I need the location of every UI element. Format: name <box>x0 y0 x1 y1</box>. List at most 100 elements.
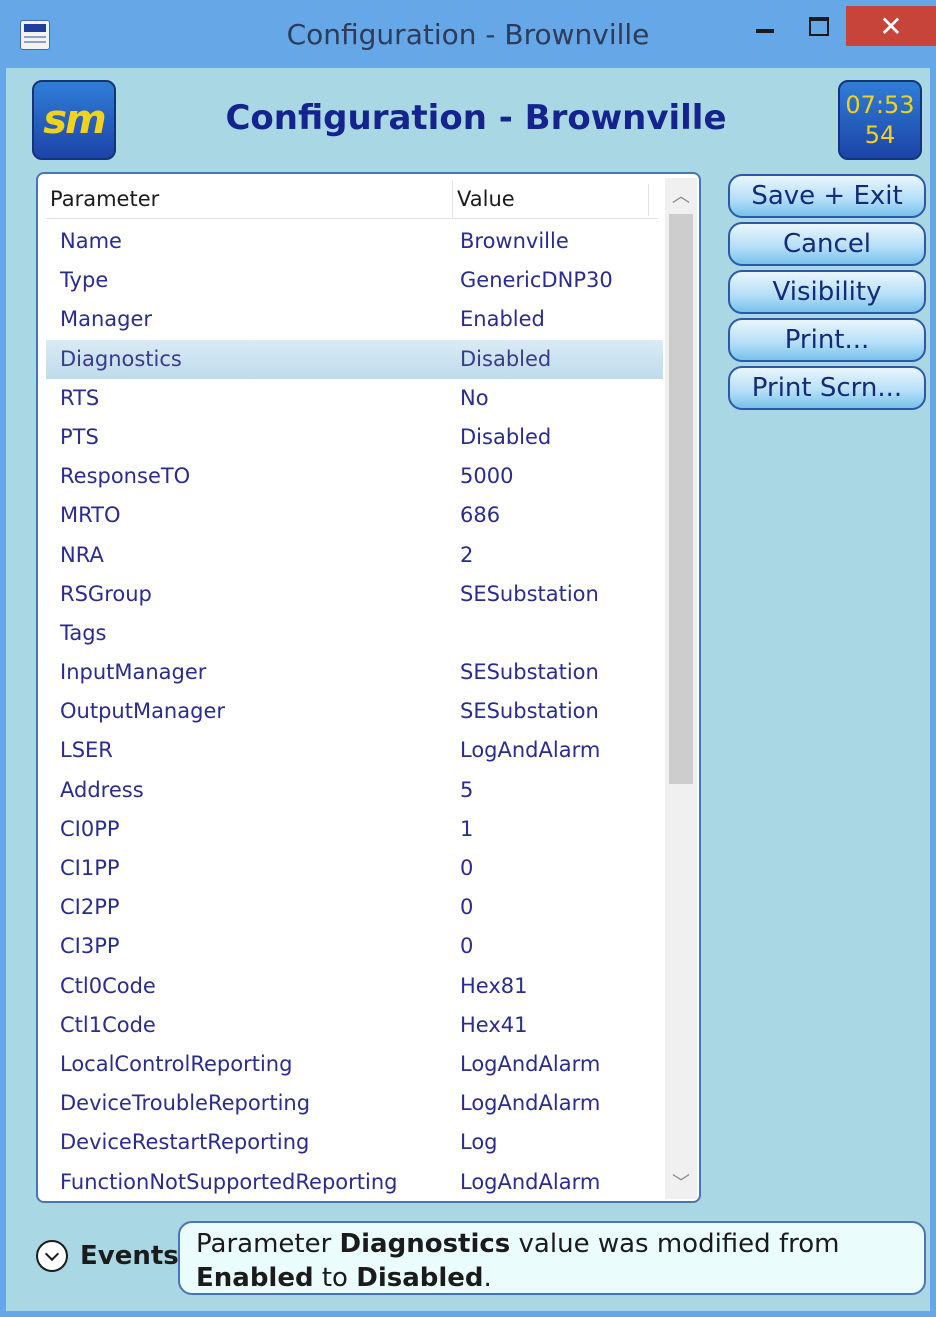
parameter-name: Ctl0Code <box>60 973 156 998</box>
parameter-name: Type <box>60 268 109 293</box>
table-row[interactable]: CI0PP 1 <box>46 810 663 849</box>
table-row[interactable]: MRTO 686 <box>46 496 663 535</box>
table-row[interactable]: ResponseTO 5000 <box>46 457 663 496</box>
table-row[interactable]: CI3PP 0 <box>46 927 663 966</box>
parameter-value[interactable]: LogAndAlarm <box>460 731 600 770</box>
table-row[interactable]: Ctl0Code Hex81 <box>46 967 663 1006</box>
parameter-name: Name <box>60 229 122 253</box>
parameter-name: CI3PP <box>60 934 120 959</box>
parameter-table: Parameter Value Name Brownville Type Generi… <box>36 172 701 1203</box>
parameter-value[interactable]: Disabled <box>460 340 551 379</box>
parameter-name: PTS <box>60 424 99 449</box>
parameter-name: Manager <box>60 307 153 332</box>
parameter-value[interactable]: Log <box>460 1123 498 1162</box>
visibility-button[interactable]: Visibility <box>728 270 926 314</box>
parameter-value[interactable]: 5000 <box>460 457 513 496</box>
close-icon: ✕ <box>879 9 903 43</box>
parameter-value[interactable]: Enabled <box>460 300 545 339</box>
parameter-value[interactable]: SESubstation <box>460 653 599 692</box>
scrollbar-thumb[interactable] <box>669 214 693 784</box>
vertical-scrollbar[interactable]: ︿ ﹀ <box>665 178 697 1199</box>
parameter-name: Ctl1Code <box>60 1012 156 1037</box>
parameter-name: CI0PP <box>60 816 120 841</box>
parameter-value[interactable]: 5 <box>460 771 473 810</box>
parameter-value[interactable]: LogAndAlarm <box>460 1084 600 1123</box>
table-row[interactable]: Ctl1Code Hex41 <box>46 1006 663 1045</box>
parameter-value[interactable]: SESubstation <box>460 692 599 731</box>
parameter-name: DeviceRestartReporting <box>60 1130 310 1155</box>
message-text: to <box>313 1263 357 1293</box>
title-bar: Configuration - Brownville ✕ <box>0 0 936 68</box>
table-row[interactable]: LocalControlReporting LogAndAlarm <box>46 1045 663 1084</box>
parameter-name: Tags <box>60 620 107 645</box>
table-row[interactable]: Name Brownville <box>46 222 663 261</box>
parameter-name: DeviceTroubleReporting <box>60 1091 311 1116</box>
events-toggle[interactable]: Events <box>36 1240 179 1272</box>
column-header-parameter[interactable]: Parameter <box>50 180 450 218</box>
scroll-down-icon[interactable]: ﹀ <box>665 1165 697 1199</box>
table-row[interactable]: Diagnostics Disabled <box>46 339 663 379</box>
parameter-value[interactable]: 686 <box>460 496 500 535</box>
parameter-value[interactable]: LogAndAlarm <box>460 1045 600 1084</box>
parameter-value[interactable]: 0 <box>460 927 473 966</box>
parameter-value[interactable]: No <box>460 379 489 418</box>
column-divider <box>648 184 649 216</box>
table-row[interactable]: PTS Disabled <box>46 418 663 457</box>
parameter-name: LSER <box>60 738 113 763</box>
table-row[interactable]: Type GenericDNP30 <box>46 261 663 300</box>
parameter-name: CI2PP <box>60 895 120 920</box>
table-row[interactable]: InputManager SESubstation <box>46 653 663 692</box>
table-row[interactable]: LSER LogAndAlarm <box>46 731 663 770</box>
event-message: Parameter Diagnostics value was modified… <box>178 1221 926 1295</box>
parameter-value[interactable]: Hex41 <box>460 1006 528 1045</box>
table-rows: Name Brownville Type GenericDNP30 Manager Ena… <box>46 222 663 1202</box>
table-row[interactable]: CI2PP 0 <box>46 888 663 927</box>
parameter-value[interactable]: LogAndAlarm <box>460 1163 600 1202</box>
save-exit-button[interactable]: Save + Exit <box>728 174 926 218</box>
parameter-value[interactable]: 1 <box>460 810 473 849</box>
table-row[interactable]: Manager Enabled <box>46 300 663 339</box>
table-row[interactable]: Address 5 <box>46 771 663 810</box>
table-row[interactable]: Tags <box>46 614 663 653</box>
message-new-value: Disabled <box>356 1263 484 1293</box>
parameter-value[interactable]: Disabled <box>460 418 551 457</box>
table-row[interactable]: DeviceTroubleReporting LogAndAlarm <box>46 1084 663 1123</box>
maximize-button[interactable] <box>796 6 842 46</box>
table-header: Parameter Value <box>46 180 658 219</box>
scroll-up-icon[interactable]: ︿ <box>665 178 697 212</box>
message-text: value was modified from <box>510 1229 840 1259</box>
app-logo: sm <box>32 80 116 160</box>
table-row[interactable]: DeviceRestartReporting Log <box>46 1123 663 1162</box>
minimize-button[interactable] <box>742 6 788 46</box>
print-screen-button[interactable]: Print Scrn... <box>728 366 926 410</box>
table-row[interactable]: RTS No <box>46 379 663 418</box>
parameter-value[interactable]: 0 <box>460 849 473 888</box>
parameter-value[interactable]: GenericDNP30 <box>460 261 613 300</box>
parameter-value[interactable]: Brownville <box>460 222 569 261</box>
column-header-value[interactable]: Value <box>452 180 653 218</box>
parameter-name: RSGroup <box>60 581 152 606</box>
message-text: . <box>483 1263 492 1293</box>
parameter-name: RTS <box>60 385 100 410</box>
parameter-name: Diagnostics <box>60 346 182 371</box>
close-button[interactable]: ✕ <box>846 6 936 46</box>
table-row[interactable]: FunctionNotSupportedReporting LogAndAlarm <box>46 1163 663 1202</box>
maximize-icon <box>809 16 829 36</box>
parameter-name: OutputManager <box>60 699 225 724</box>
print-button[interactable]: Print... <box>728 318 926 362</box>
chevron-down-icon[interactable] <box>36 1240 68 1272</box>
table-row[interactable]: CI1PP 0 <box>46 849 663 888</box>
table-row[interactable]: RSGroup SESubstation <box>46 575 663 614</box>
parameter-name: NRA <box>60 542 104 567</box>
parameter-value[interactable]: Hex81 <box>460 967 528 1006</box>
table-row[interactable]: NRA 2 <box>46 536 663 575</box>
clock-time: 07:53 <box>845 91 915 119</box>
parameter-name: Address <box>60 777 144 802</box>
parameter-value[interactable]: SESubstation <box>460 575 599 614</box>
cancel-button[interactable]: Cancel <box>728 222 926 266</box>
clock-seconds: 54 <box>864 121 896 149</box>
parameter-value[interactable]: 0 <box>460 888 473 927</box>
parameter-value[interactable]: 2 <box>460 536 473 575</box>
table-row[interactable]: OutputManager SESubstation <box>46 692 663 731</box>
clock-display: 07:53 54 <box>838 80 922 160</box>
